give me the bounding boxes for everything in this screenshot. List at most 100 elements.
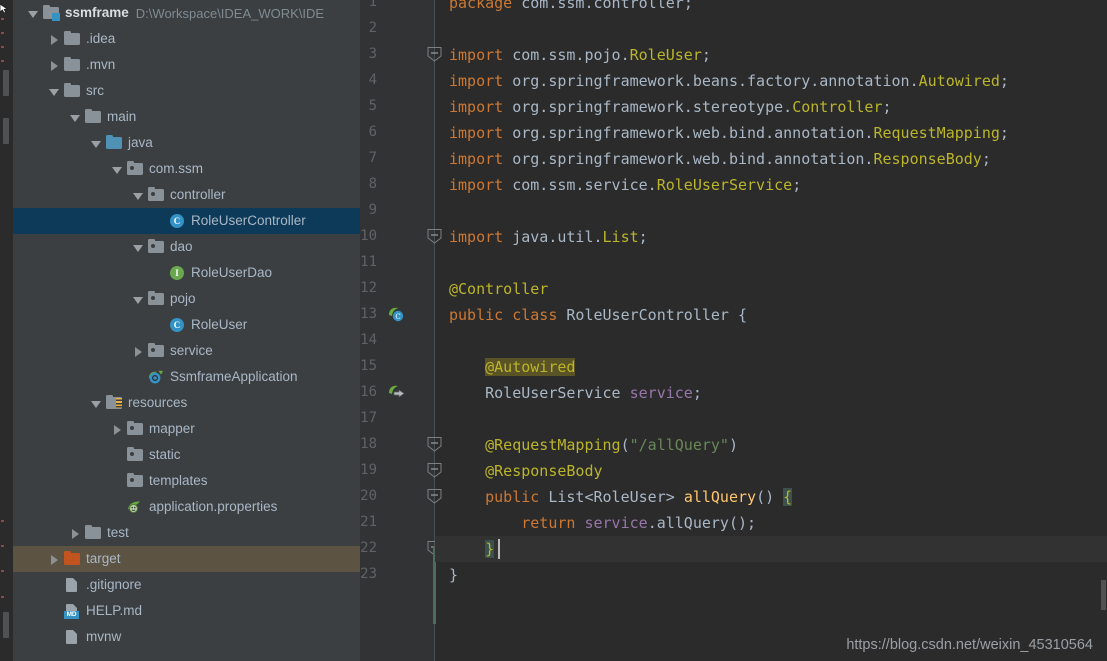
tree-row-root[interactable]: ssmframe D:\Workspace\IDEA_WORK\IDE [13, 0, 360, 26]
watermark-text: https://blog.csdn.net/weixin_45310564 [846, 637, 1093, 653]
scrollbar-thumb[interactable] [3, 612, 9, 638]
chevron-right-icon[interactable] [48, 59, 61, 72]
spring-run-icon [148, 369, 165, 385]
code-line[interactable]: return service.allQuery(); [449, 510, 756, 536]
tree-item-src[interactable]: src [13, 78, 360, 104]
scrollbar-thumb[interactable] [3, 118, 9, 144]
tree-item-com-ssm[interactable]: com.ssm [13, 156, 360, 182]
tree-item-label: service [170, 343, 213, 358]
chevron-right-icon[interactable] [111, 423, 124, 436]
tree-item-target[interactable]: target [13, 546, 360, 572]
chevron-right-icon[interactable] [48, 553, 61, 566]
tree-item-application-properties[interactable]: application.properties [13, 494, 360, 520]
tree-item-mapper[interactable]: mapper [13, 416, 360, 442]
tree-item-ssmframeapplication[interactable]: SsmframeApplication [13, 364, 360, 390]
code-line[interactable]: } [449, 536, 495, 562]
tree-item-mvnw[interactable]: mvnw [13, 624, 360, 650]
chevron-down-icon[interactable] [132, 189, 145, 202]
tree-item-main[interactable]: main [13, 104, 360, 130]
line-number: 2 [368, 20, 377, 36]
tool-window-strip[interactable] [0, 0, 13, 661]
tree-item-label: static [149, 447, 181, 462]
chevron-down-icon[interactable] [90, 397, 103, 410]
code-line[interactable]: } [449, 562, 458, 588]
chevron-down-icon[interactable] [27, 7, 40, 20]
code-line[interactable]: import org.springframework.web.bind.anno… [449, 120, 1009, 146]
current-line-highlight [435, 536, 1107, 562]
code-line[interactable]: public List<RoleUser> allQuery() { [449, 484, 793, 510]
code-line[interactable]: @Controller [449, 276, 548, 302]
line-number: 9 [368, 202, 377, 218]
scrollbar-thumb[interactable] [3, 70, 9, 96]
code-line[interactable] [449, 16, 458, 42]
tree-item-list: .idea .mvn src main java com.ssm controller C Ro… [13, 26, 360, 650]
code-line[interactable]: RoleUserService service; [449, 380, 702, 406]
tree-item-test[interactable]: test [13, 520, 360, 546]
chevron-down-icon[interactable] [48, 85, 61, 98]
chevron-right-icon[interactable] [48, 33, 61, 46]
tree-item-help-md[interactable]: MD HELP.md [13, 598, 360, 624]
code-line[interactable]: import org.springframework.web.bind.anno… [449, 146, 991, 172]
line-number: 12 [360, 280, 377, 296]
code-line[interactable]: import com.ssm.pojo.RoleUser; [449, 42, 711, 68]
spring-bean-autowired-icon[interactable] [388, 384, 406, 402]
folder-icon [64, 56, 81, 73]
code-line[interactable]: public class RoleUserController { [449, 302, 747, 328]
tree-item-roleusercontroller[interactable]: C RoleUserController [13, 208, 360, 234]
error-stripe-tick [1, 596, 4, 598]
tree-item-label: controller [170, 187, 226, 202]
line-number: 4 [368, 72, 377, 88]
chevron-right-icon[interactable] [69, 527, 82, 540]
code-text-area[interactable]: package com.ssm.controller; import com.s… [435, 0, 1107, 661]
chevron-down-icon[interactable] [69, 111, 82, 124]
tree-item-templates[interactable]: templates [13, 468, 360, 494]
error-stripe-tick [1, 60, 4, 62]
code-editor[interactable]: 1 2 3 4 5 6 7 8 9 10 11 12 13 14 15 16 17 18 19 20 21 22 23 C … [360, 0, 1107, 661]
chevron-down-icon[interactable] [132, 241, 145, 254]
tree-item-label: target [86, 551, 121, 566]
chevron-down-icon[interactable] [132, 293, 145, 306]
tree-item-mvn[interactable]: .mvn [13, 52, 360, 78]
code-line[interactable] [449, 406, 458, 432]
chevron-down-icon[interactable] [90, 137, 103, 150]
tree-item-label: SsmframeApplication [170, 369, 298, 384]
code-line[interactable]: @Autowired [449, 354, 576, 380]
tree-item-controller[interactable]: controller [13, 182, 360, 208]
package-icon [127, 446, 144, 463]
code-line[interactable]: @RequestMapping("/allQuery") [449, 432, 738, 458]
tree-item-idea[interactable]: .idea [13, 26, 360, 52]
java-interface-icon: I [169, 265, 186, 281]
error-stripe-tick [1, 46, 4, 48]
tree-item-label: HELP.md [86, 603, 143, 618]
tree-item-static[interactable]: static [13, 442, 360, 468]
tree-item-pojo[interactable]: pojo [13, 286, 360, 312]
line-number: 17 [360, 410, 377, 426]
code-line[interactable]: import org.springframework.beans.factory… [449, 68, 1009, 94]
chevron-right-icon[interactable] [132, 345, 145, 358]
tree-item-gitignore[interactable]: .gitignore [13, 572, 360, 598]
code-line[interactable]: import java.util.List; [449, 224, 648, 250]
spring-bean-class-icon[interactable]: C [388, 306, 406, 324]
tree-item-resources[interactable]: resources [13, 390, 360, 416]
editor-gutter[interactable]: 1 2 3 4 5 6 7 8 9 10 11 12 13 14 15 16 17 18 19 20 21 22 23 C [360, 0, 435, 661]
tree-item-java[interactable]: java [13, 130, 360, 156]
code-line[interactable] [449, 250, 458, 276]
project-tool-window[interactable]: ssmframe D:\Workspace\IDEA_WORK\IDE .ide… [13, 0, 360, 661]
folder-icon [85, 524, 102, 541]
code-line[interactable]: import org.springframework.stereotype.Co… [449, 94, 892, 120]
code-line[interactable]: @ResponseBody [449, 458, 602, 484]
tree-item-roleuserdao[interactable]: I RoleUserDao [13, 260, 360, 286]
editor-scrollbar-thumb[interactable] [1101, 580, 1106, 610]
chevron-down-icon[interactable] [111, 163, 124, 176]
tree-item-roleuser[interactable]: C RoleUser [13, 312, 360, 338]
code-line[interactable]: import com.ssm.service.RoleUserService; [449, 172, 801, 198]
tree-item-service[interactable]: service [13, 338, 360, 364]
code-line[interactable] [449, 328, 458, 354]
code-line[interactable]: package com.ssm.controller; [449, 0, 693, 16]
code-line[interactable] [449, 198, 458, 224]
error-stripe-tick [1, 18, 4, 20]
line-number: 7 [368, 150, 377, 166]
tree-item-dao[interactable]: dao [13, 234, 360, 260]
